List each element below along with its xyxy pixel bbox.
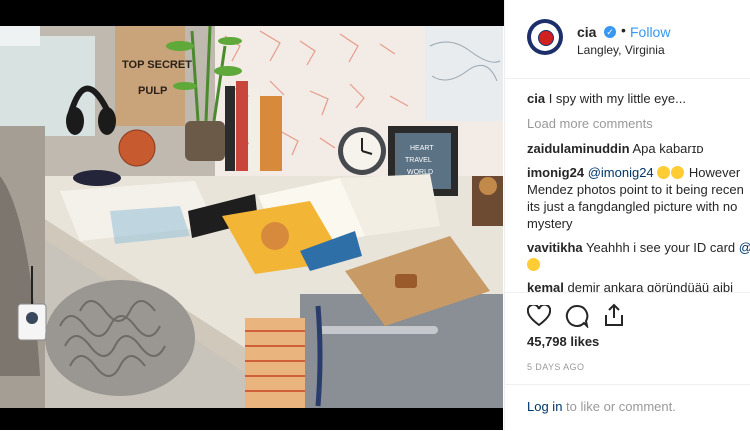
smile-emoji-icon bbox=[527, 258, 540, 271]
comment-user[interactable]: vavitikha bbox=[527, 240, 583, 255]
comment-item: vavitikha Yeahhh i see your ID card @ bbox=[527, 239, 750, 256]
location-link[interactable]: Langley, Virginia bbox=[577, 43, 665, 57]
share-icon[interactable] bbox=[603, 303, 625, 327]
post-side-panel: cia ✓ • Follow Langley, Virginia cia I s… bbox=[504, 0, 750, 430]
comment-text: Apa kabarɪᴅ bbox=[632, 141, 704, 156]
comment-item: zaidulaminuddin Apa kabarɪᴅ bbox=[527, 140, 704, 157]
comment-text-line: Mendez photos point to it being recen bbox=[527, 182, 744, 197]
comment-mention[interactable]: @ bbox=[739, 240, 750, 255]
frame-text-2: TRAVEL bbox=[405, 157, 432, 164]
caption-user[interactable]: cia bbox=[527, 91, 545, 106]
bag-label-2: PULP bbox=[138, 85, 167, 97]
heart-icon[interactable] bbox=[527, 305, 551, 327]
caption-text: I spy with my little eye... bbox=[548, 91, 686, 106]
comment-item: kemal demir ankara ɑöründüäü aibi bbox=[527, 279, 733, 296]
bottom-black-bar bbox=[0, 408, 503, 430]
comment-text: Yeahhh i see your ID card bbox=[586, 240, 736, 255]
laughing-emoji-icon bbox=[671, 166, 685, 179]
bag-label-1: TOP SECRET bbox=[122, 59, 192, 71]
post-header: cia ✓ • Follow Langley, Virginia bbox=[505, 0, 750, 79]
comment-user[interactable]: imonig24 bbox=[527, 165, 584, 180]
login-link[interactable]: Log in bbox=[527, 399, 562, 414]
cia-seal-avatar[interactable] bbox=[527, 19, 563, 55]
like-count[interactable]: 45,798 likes bbox=[527, 334, 599, 349]
comment-text-line: mystery bbox=[527, 216, 573, 231]
laughing-emoji-icon bbox=[657, 166, 671, 179]
comment-mention[interactable]: @imonig24 bbox=[588, 165, 654, 180]
login-text: to like or comment. bbox=[566, 399, 676, 414]
action-bar bbox=[505, 292, 750, 328]
login-prompt: Log in to like or comment. bbox=[527, 399, 676, 414]
comment-user[interactable]: zaidulaminuddin bbox=[527, 141, 630, 156]
verified-badge-icon: ✓ bbox=[604, 26, 616, 38]
username[interactable]: cia bbox=[577, 24, 596, 40]
comment-icon[interactable] bbox=[565, 304, 589, 328]
post-timestamp[interactable]: 5 DAYS AGO bbox=[527, 362, 584, 372]
comment-text-line: its just a fangdangled picture with no bbox=[527, 199, 738, 214]
separator-dot: • bbox=[621, 22, 626, 38]
load-more-comments[interactable]: Load more comments bbox=[527, 115, 653, 132]
follow-button[interactable]: Follow bbox=[630, 24, 670, 40]
comment-text: However bbox=[688, 165, 741, 180]
comment-emoji-line bbox=[527, 256, 541, 273]
office-desk-image: TOP SECRET PULP HEART TRAVEL WORLD bbox=[0, 26, 503, 408]
caption: cia I spy with my little eye... bbox=[527, 90, 686, 107]
post-photo[interactable]: TOP SECRET PULP HEART TRAVEL WORLD bbox=[0, 26, 503, 408]
frame-text-1: HEART bbox=[410, 145, 434, 152]
comment-item: imonig24 @imonig24 However bbox=[527, 164, 740, 181]
